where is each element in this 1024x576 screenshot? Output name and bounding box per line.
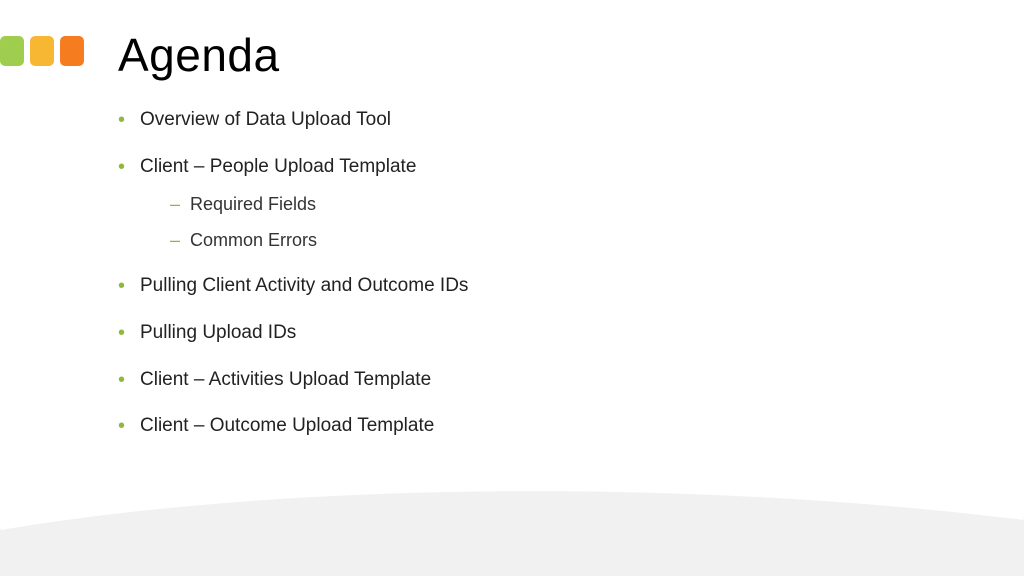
slide-title: Agenda — [118, 28, 280, 82]
sub-list-item: Required Fields — [170, 193, 468, 216]
list-item-text: Pulling Upload IDs — [140, 322, 296, 343]
accent-blocks — [0, 36, 84, 66]
swoosh-decoration — [0, 456, 1024, 576]
list-item-text: Client – Activities Upload Template — [140, 369, 431, 390]
list-item: Client – Outcome Upload Template — [118, 414, 468, 439]
sub-list-item: Common Errors — [170, 229, 468, 252]
accent-block-2 — [30, 36, 54, 66]
list-item-text: Client – Outcome Upload Template — [140, 415, 434, 436]
sub-list: Required Fields Common Errors — [170, 193, 468, 252]
list-item: Client – People Upload Template Required… — [118, 155, 468, 252]
accent-block-3 — [60, 36, 84, 66]
list-item: Pulling Upload IDs — [118, 321, 468, 346]
list-item-text: Overview of Data Upload Tool — [140, 109, 391, 130]
list-item-text: Pulling Client Activity and Outcome IDs — [140, 275, 468, 296]
list-item-text: Client – People Upload Template — [140, 156, 416, 177]
list-item: Overview of Data Upload Tool — [118, 108, 468, 133]
list-item: Pulling Client Activity and Outcome IDs — [118, 274, 468, 299]
agenda-list: Overview of Data Upload Tool Client – Pe… — [118, 108, 468, 461]
accent-block-1 — [0, 36, 24, 66]
list-item: Client – Activities Upload Template — [118, 368, 468, 393]
